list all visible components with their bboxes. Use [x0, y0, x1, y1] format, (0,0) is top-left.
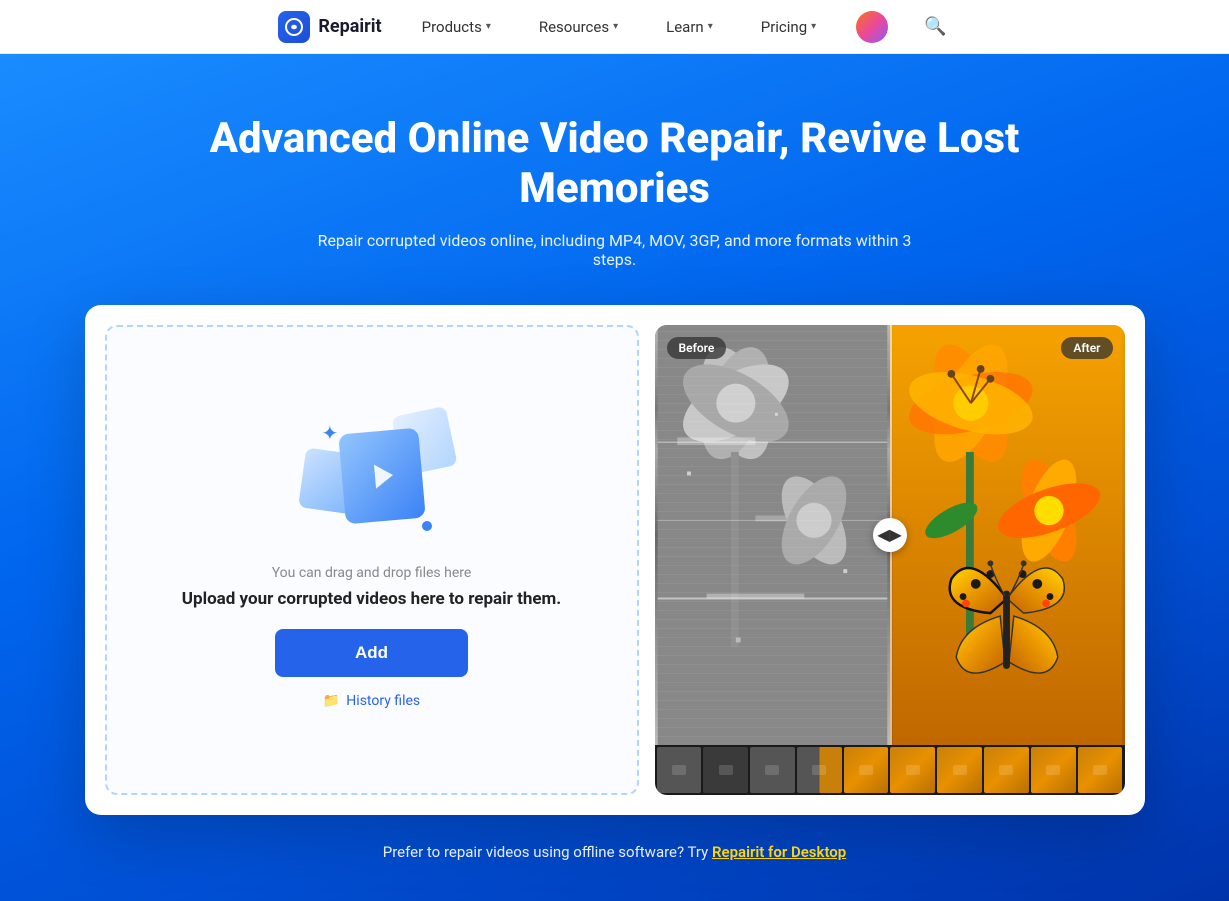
navbar: Repairit Products ▾ Resources ▾ Learn ▾ … [0, 0, 1229, 54]
upload-instruction: Upload your corrupted videos here to rep… [182, 589, 561, 609]
filmstrip [655, 745, 1125, 795]
before-side: Before [655, 325, 890, 745]
nav-pricing[interactable]: Pricing ▾ [753, 14, 824, 40]
nav-resources[interactable]: Resources ▾ [531, 14, 626, 40]
preview-panel: Before [655, 325, 1125, 795]
nav-products[interactable]: Products ▾ [414, 14, 499, 40]
search-icon[interactable]: 🔍 [920, 12, 950, 41]
filmstrip-frame [984, 747, 1029, 793]
logo-text: Repairit [318, 16, 381, 37]
chevron-down-icon: ▾ [811, 21, 816, 32]
dot-decoration [422, 521, 432, 531]
add-button[interactable]: Add [275, 629, 468, 677]
desktop-link[interactable]: Repairit for Desktop [712, 843, 846, 861]
history-files-link[interactable]: 📁 History files [323, 693, 420, 709]
filmstrip-frame [703, 747, 748, 793]
footer-text: Prefer to repair videos using offline so… [383, 843, 846, 861]
drag-drop-text: You can drag and drop files here [272, 565, 472, 581]
chevron-down-icon: ▾ [708, 21, 713, 32]
chevron-down-icon: ▾ [486, 21, 491, 32]
page-title: Advanced Online Video Repair, Revive Los… [165, 114, 1065, 215]
file-icon-main [338, 427, 426, 524]
main-card: ✦ You can drag and drop files here Uploa… [85, 305, 1145, 815]
folder-icon: 📁 [323, 693, 340, 709]
play-icon [373, 463, 393, 488]
repair-star-icon: ✦ [322, 421, 339, 445]
upload-area[interactable]: ✦ You can drag and drop files here Uploa… [105, 325, 639, 795]
before-badge: Before [667, 337, 727, 359]
after-image [890, 325, 1125, 745]
filmstrip-frame [797, 747, 842, 793]
filmstrip-frame [750, 747, 795, 793]
before-after-container: Before [655, 325, 1125, 745]
filmstrip-frame [657, 747, 702, 793]
filmstrip-frame [890, 747, 935, 793]
after-badge: After [1061, 337, 1112, 359]
nav-learn[interactable]: Learn ▾ [658, 14, 721, 40]
hero-subtitle: Repair corrupted videos online, includin… [315, 231, 915, 269]
upload-icon-wrapper: ✦ [292, 411, 452, 541]
filmstrip-frame [1078, 747, 1123, 793]
filmstrip-frame [844, 747, 889, 793]
history-label: History files [346, 693, 420, 709]
filmstrip-frame [1031, 747, 1076, 793]
filmstrip-frame [937, 747, 982, 793]
logo-icon [278, 11, 310, 43]
hero-section: Advanced Online Video Repair, Revive Los… [0, 54, 1229, 901]
before-image [655, 325, 890, 745]
after-side: After [890, 325, 1125, 745]
nav-logo[interactable]: Repairit [278, 11, 381, 43]
footer-description: Prefer to repair videos using offline so… [383, 843, 712, 861]
divider-handle[interactable]: ◀▶ [873, 518, 907, 552]
avatar[interactable] [856, 11, 888, 43]
chevron-down-icon: ▾ [613, 21, 618, 32]
